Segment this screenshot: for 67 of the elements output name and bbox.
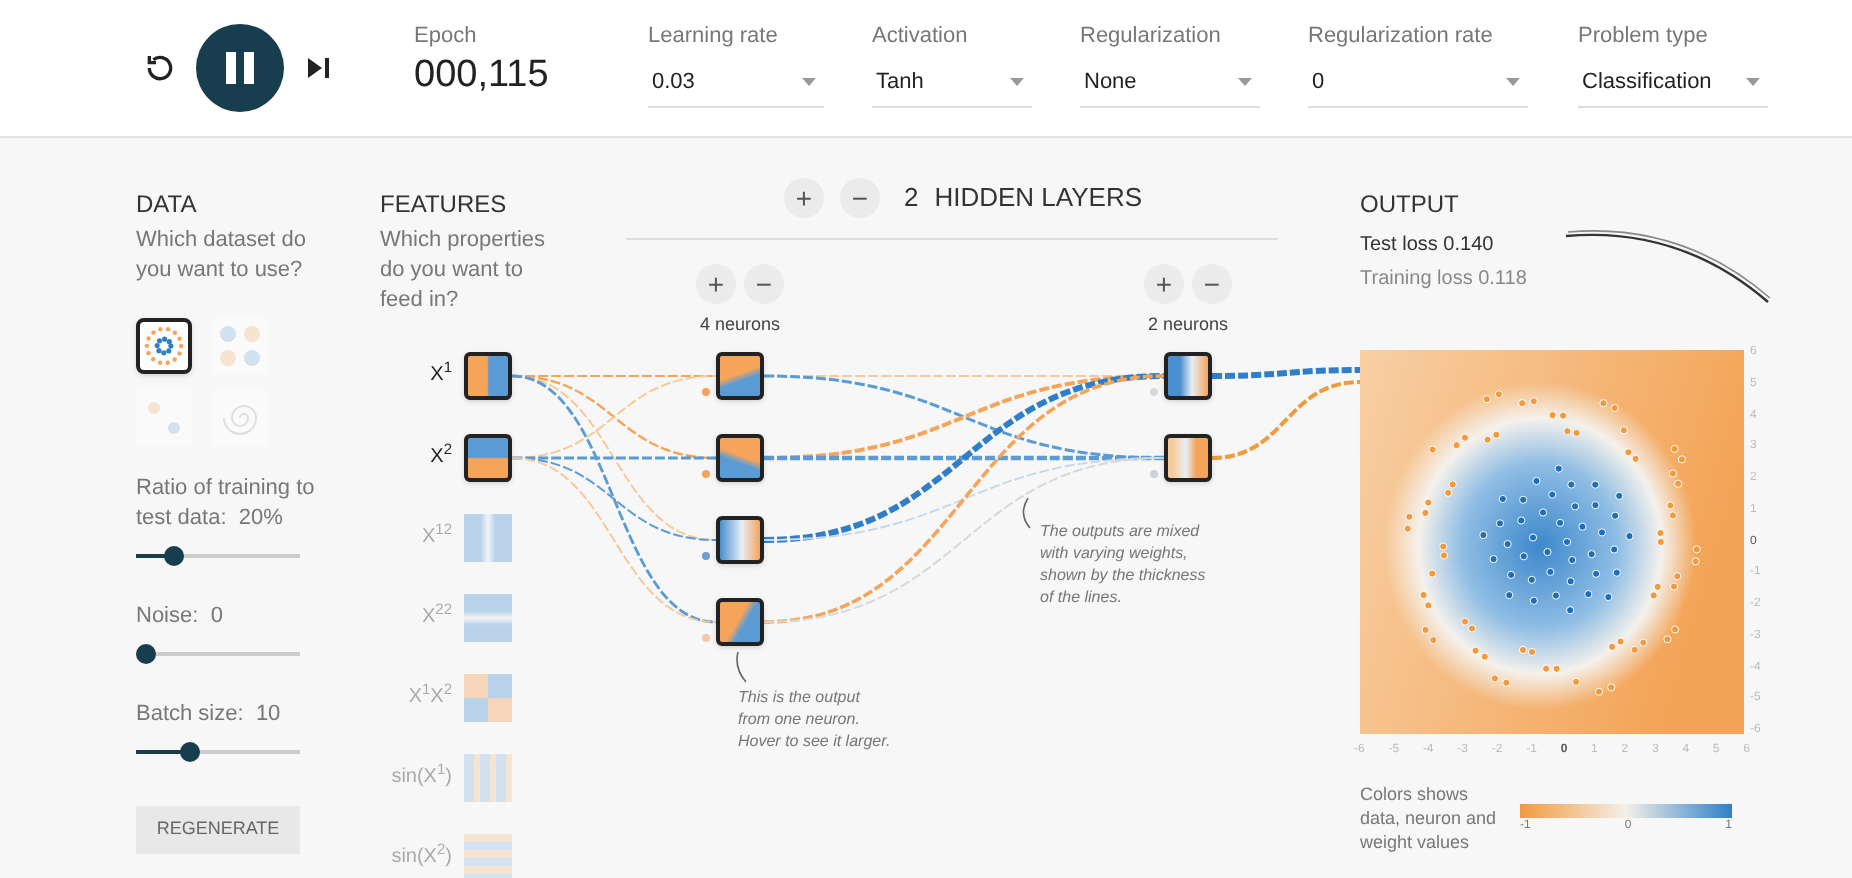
feature-label: X$^{1}$X$^{2}$ bbox=[406, 678, 452, 712]
legend-text: Colors shows data, neuron and weight values bbox=[1360, 782, 1499, 854]
caret-icon bbox=[1746, 77, 1760, 86]
training-loss: Training loss 0.118 bbox=[1360, 266, 1529, 294]
feature-label: X$^{12}$ bbox=[419, 518, 452, 552]
neurons-label: 2 neurons bbox=[1147, 312, 1229, 338]
annotation-text: The outputs are mixed with varying weights, shown by the thickness of the lines. bbox=[1040, 520, 1208, 608]
slider-label: Ratio of training to test data: 20% bbox=[136, 474, 317, 534]
section-question: Which dataset do you want to use? bbox=[136, 226, 308, 286]
feature-node[interactable] bbox=[464, 352, 512, 400]
slider-thumb[interactable] bbox=[179, 742, 200, 762]
dropdown-label: Problem type bbox=[1578, 22, 1710, 52]
regenerate-button[interactable]: REGENERATE bbox=[136, 806, 300, 854]
remove-neuron-button[interactable]: − bbox=[1192, 264, 1232, 304]
add-neuron-button[interactable]: + bbox=[1144, 264, 1184, 304]
add-layer-button[interactable]: + bbox=[784, 178, 824, 218]
section-heading: DATA bbox=[136, 190, 199, 218]
annotation-text: This is the output from one neuron. Hover to see it larger. bbox=[738, 686, 893, 752]
caret-icon bbox=[1506, 77, 1520, 86]
pause-icon bbox=[226, 52, 254, 84]
section-heading: OUTPUT bbox=[1360, 190, 1461, 218]
dropdown[interactable]: None bbox=[1080, 65, 1260, 108]
feature-label: sin(X$^{2}$) bbox=[389, 838, 452, 872]
neuron-node[interactable] bbox=[716, 598, 764, 646]
dropdown-label: Learning rate bbox=[648, 22, 780, 52]
feature-label: sin(X$^{1}$) bbox=[389, 758, 452, 792]
feature-label: X$^{2}$ bbox=[428, 438, 452, 472]
feature-node[interactable] bbox=[464, 434, 512, 482]
slider-label: Noise: 0 bbox=[136, 602, 225, 632]
slider-thumb[interactable] bbox=[136, 644, 156, 664]
dropdown-label: Regularization bbox=[1080, 22, 1223, 52]
neuron-node[interactable] bbox=[1164, 434, 1212, 482]
dropdown-label: Regularization rate bbox=[1308, 22, 1495, 52]
reset-icon[interactable] bbox=[144, 52, 176, 84]
epoch-label: Epoch bbox=[414, 21, 479, 52]
caret-icon bbox=[1010, 77, 1024, 86]
section-question: Which properties do you want to feed in? bbox=[380, 226, 548, 316]
slider[interactable] bbox=[136, 546, 300, 566]
section-heading: FEATURES bbox=[380, 190, 507, 218]
dropdown[interactable]: Tanh bbox=[872, 65, 1032, 108]
slider-thumb[interactable] bbox=[164, 546, 185, 566]
neuron-node[interactable] bbox=[716, 434, 764, 482]
feature-label: X$^{22}$ bbox=[419, 598, 452, 632]
remove-layer-button[interactable]: − bbox=[840, 178, 880, 218]
dropdown[interactable]: 0.03 bbox=[648, 65, 824, 108]
neuron-node[interactable] bbox=[1164, 352, 1212, 400]
step-icon[interactable] bbox=[308, 58, 330, 78]
dropdown-label: Activation bbox=[872, 22, 970, 52]
dataset-thumbnail[interactable] bbox=[136, 318, 192, 374]
layers-label: HIDDEN LAYERS bbox=[934, 180, 1143, 217]
layer-count: 2 bbox=[904, 180, 919, 217]
caret-icon bbox=[1238, 77, 1252, 86]
caret-icon bbox=[802, 77, 816, 86]
slider[interactable] bbox=[136, 742, 300, 762]
feature-label: X$^{1}$ bbox=[428, 356, 452, 390]
remove-neuron-button[interactable]: − bbox=[744, 264, 784, 304]
epoch-counter: 000,115 bbox=[414, 52, 551, 101]
slider-label: Batch size: 10 bbox=[136, 700, 283, 730]
pause-button[interactable] bbox=[196, 24, 284, 112]
neuron-node[interactable] bbox=[716, 516, 764, 564]
dropdown[interactable]: 0 bbox=[1308, 65, 1528, 108]
dropdown[interactable]: Classification bbox=[1578, 65, 1768, 108]
slider[interactable] bbox=[136, 644, 300, 664]
test-loss: Test loss 0.140 bbox=[1360, 232, 1496, 260]
add-neuron-button[interactable]: + bbox=[696, 264, 736, 304]
neurons-label: 4 neurons bbox=[699, 312, 781, 338]
neuron-node[interactable] bbox=[716, 352, 764, 400]
